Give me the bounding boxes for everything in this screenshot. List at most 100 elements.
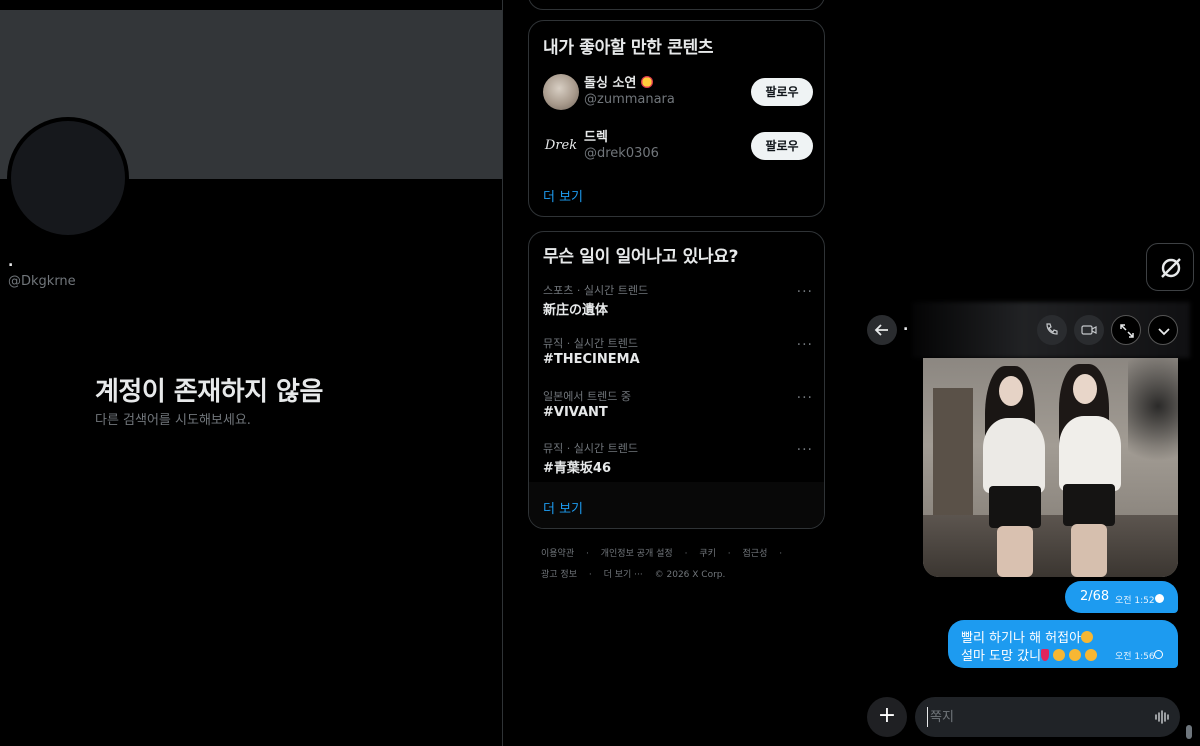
message-input[interactable] (927, 707, 1127, 727)
trends-title: 무슨 일이 일어나고 있나요? (543, 247, 739, 267)
trend-category: 스포츠 · 실시간 트렌드 (543, 284, 649, 297)
dm-conversation-title: . (903, 318, 909, 334)
top-strip (0, 0, 502, 10)
profile-avatar-ring (7, 117, 129, 239)
footer-links-row-1: 이용약관 · 개인정보 공개 설정 · 쿠키 · 접근성 · (541, 546, 791, 559)
more-options-icon[interactable]: ··· (797, 337, 813, 353)
footer-separator: · (684, 549, 688, 559)
trend-item[interactable]: 뮤직 · 실시간 트렌드 #THECINEMA ··· (543, 335, 813, 379)
user-avatar[interactable] (543, 74, 579, 110)
photo-figure (1059, 416, 1121, 491)
plus-icon: + (877, 703, 897, 728)
footer-link-more[interactable]: 더 보기 ··· (604, 570, 643, 580)
empty-state-subtitle: 다른 검색어를 시도해보세요. (95, 413, 251, 428)
footer-link-ads[interactable]: 광고 정보 (541, 570, 577, 580)
more-options-icon[interactable]: ··· (797, 284, 813, 300)
sent-check-icon (1154, 650, 1163, 659)
back-button[interactable] (867, 315, 897, 345)
video-call-button[interactable] (1074, 315, 1104, 345)
more-options-icon[interactable]: ··· (797, 442, 813, 458)
emoji-icon (1085, 649, 1098, 661)
waveform-icon[interactable] (1153, 708, 1171, 726)
grok-icon (1161, 258, 1181, 278)
user-name[interactable]: 돌싱 소연 (584, 72, 653, 91)
photo-figure (1073, 374, 1097, 404)
emoji-icon (1069, 649, 1082, 661)
read-check-icon (1155, 594, 1164, 603)
photo-figure (983, 418, 1045, 493)
photo-figure (989, 486, 1041, 528)
arrow-left-icon (874, 324, 888, 336)
expand-icon (1120, 324, 1134, 338)
footer-separator: · (779, 549, 783, 559)
follow-button[interactable]: 팔로우 (751, 78, 813, 106)
emoji-icon (1041, 649, 1050, 661)
trend-name: #VIVANT (543, 405, 608, 420)
footer-separator: · (727, 549, 731, 559)
grok-button[interactable] (1146, 243, 1194, 291)
who-to-follow-card: 내가 좋아할 만한 콘텐츠 돌싱 소연 @zummanara 팔로우 Drek … (528, 20, 825, 217)
trend-item[interactable]: 뮤직 · 실시간 트렌드 #青葉坂46 ··· (543, 440, 813, 484)
more-options-icon[interactable]: ··· (797, 390, 813, 406)
photo-figure (1063, 484, 1115, 526)
user-handle: @zummanara (584, 92, 675, 107)
popout-button[interactable] (1111, 315, 1141, 345)
photo-floor (923, 515, 1178, 577)
show-more-link[interactable]: 더 보기 (543, 186, 583, 205)
add-attachment-button[interactable]: + (867, 697, 907, 737)
photo-door (933, 388, 973, 528)
photo-figure (1071, 524, 1107, 577)
collapse-button[interactable] (1148, 315, 1178, 345)
message-text: 설마 도망 갔니 (961, 645, 1098, 664)
trend-name: #青葉坂46 (543, 461, 611, 476)
trend-item[interactable]: 일본에서 트렌드 중 #VIVANT ··· (543, 388, 813, 432)
image-message[interactable] (923, 358, 1178, 577)
show-more-link[interactable]: 더 보기 (543, 498, 583, 517)
who-to-follow-item[interactable]: 돌싱 소연 @zummanara 팔로우 (543, 72, 813, 112)
trend-category: 뮤직 · 실시간 트렌드 (543, 337, 638, 350)
video-icon (1081, 325, 1097, 335)
footer-copyright: © 2026 X Corp. (654, 570, 726, 580)
user-handle: @drek0306 (584, 146, 659, 161)
trends-card: 무슨 일이 일어나고 있나요? 스포츠 · 실시간 트렌드 新庄の遺体 ··· … (528, 231, 825, 529)
message-text: 2/68 (1080, 589, 1110, 604)
trend-name: 新庄の遺体 (543, 303, 609, 318)
photo-shadow (1128, 358, 1178, 478)
who-to-follow-item[interactable]: Drek 드렉 @drek0306 팔로우 (543, 126, 813, 166)
message-time: 오전 1:52 (1115, 596, 1155, 606)
footer-separator: · (588, 570, 592, 580)
photo-figure (999, 376, 1023, 406)
trend-category: 뮤직 · 실시간 트렌드 (543, 442, 638, 455)
trend-item[interactable]: 스포츠 · 실시간 트렌드 新庄の遺体 ··· (543, 282, 813, 326)
who-to-follow-title: 내가 좋아할 만한 콘텐츠 (543, 38, 714, 58)
profile-name: . (8, 254, 14, 270)
emoji-icon (1081, 631, 1094, 643)
profile-avatar (11, 121, 125, 235)
message-compose-box[interactable] (915, 697, 1180, 737)
message-bubble[interactable]: 2/68 오전 1:52 (1065, 581, 1178, 613)
empty-state-title: 계정이 존재하지 않음 (95, 377, 323, 407)
user-name[interactable]: 드렉 (584, 126, 608, 145)
emoji-icon (640, 76, 653, 88)
profile-column: . @Dkgkrne 계정이 존재하지 않음 다른 검색어를 시도해보세요. (0, 0, 502, 746)
footer-link-terms[interactable]: 이용약관 (541, 549, 574, 559)
profile-handle: @Dkgkrne (8, 274, 76, 289)
phone-icon (1046, 323, 1058, 335)
user-avatar[interactable]: Drek (543, 128, 579, 164)
call-button[interactable] (1037, 315, 1067, 345)
footer-link-cookies[interactable]: 쿠키 (699, 549, 716, 559)
footer-link-privacy[interactable]: 개인정보 공개 설정 (601, 549, 673, 559)
message-bubble[interactable]: 빨리 하기나 해 허접아 설마 도망 갔니 오전 1:56 (948, 620, 1178, 668)
footer-separator: · (586, 549, 589, 559)
emoji-icon (1053, 649, 1066, 661)
previous-card-stub (528, 0, 825, 10)
photo-figure (997, 526, 1033, 577)
footer-links-row-2: 광고 정보 · 더 보기 ··· © 2026 X Corp. (541, 567, 734, 580)
follow-button[interactable]: 팔로우 (751, 132, 813, 160)
column-divider (502, 0, 503, 746)
scrollbar-thumb[interactable] (1186, 725, 1192, 739)
chevron-down-icon (1158, 328, 1170, 336)
trend-name: #THECINEMA (543, 352, 640, 367)
footer-link-accessibility[interactable]: 접근성 (743, 549, 768, 559)
trend-category: 일본에서 트렌드 중 (543, 390, 631, 403)
